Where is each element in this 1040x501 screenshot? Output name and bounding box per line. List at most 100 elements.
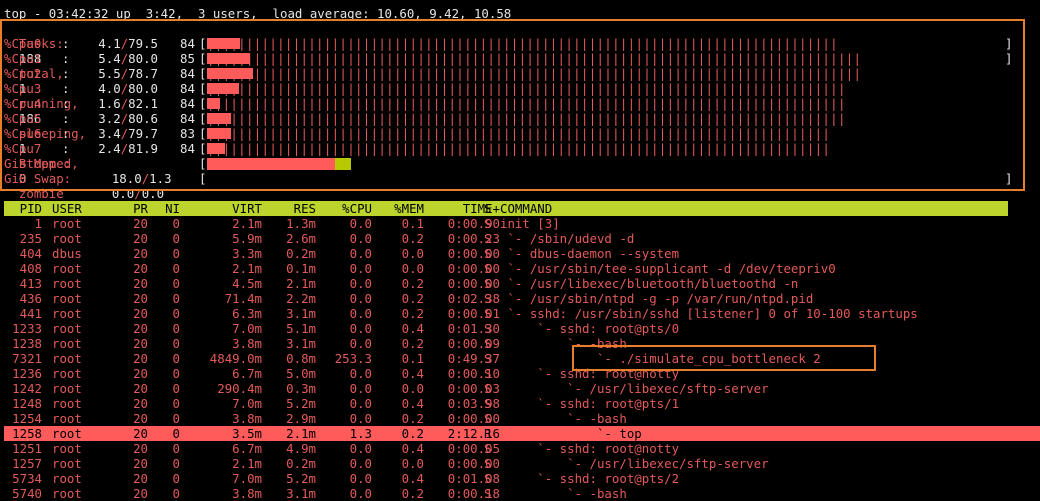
cell-s: R [484, 426, 492, 441]
table-row[interactable]: 413 root 20 0 4.5m 2.1m 0.0 0.2 0:00.00 S `- /usr… [4, 276, 1040, 291]
cell-ni: 0 [172, 321, 180, 336]
header-mem[interactable]: %MEM [372, 201, 424, 216]
cell-pr: 20 [133, 306, 148, 321]
cell-ni: 0 [172, 381, 180, 396]
cell-ni: 0 [172, 291, 180, 306]
table-row[interactable]: 1254 root 20 0 3.8m 2.9m 0.0 0.2 0:00.00 S `- -ba… [4, 411, 1040, 426]
cell-virt: 290.4m [217, 381, 262, 396]
cell-pr: 20 [133, 366, 148, 381]
cell-ni: 0 [172, 276, 180, 291]
table-row[interactable]: 408 root 20 0 2.1m 0.1m 0.0 0.0 0:00.00 S `- /usr… [4, 261, 1040, 276]
cell-cpu: 0.0 [349, 306, 372, 321]
table-row[interactable]: 5734 root 20 0 7.0m 5.2m 0.0 0.4 0:01.08 S `- ssh… [4, 471, 1040, 486]
table-row[interactable]: 404 dbus 20 0 3.3m 0.2m 0.0 0.0 0:00.00 S `- dbus… [4, 246, 1040, 261]
cell-virt: 3.8m [232, 336, 262, 351]
cell-res: 1.3m [286, 216, 316, 231]
process-table-header: PID USER PR NI VIRT RES %CPU %MEM TIME+ … [4, 201, 1008, 216]
cell-virt: 71.4m [224, 291, 262, 306]
cell-cpu: 0.0 [349, 471, 372, 486]
header-virt[interactable]: VIRT [184, 201, 262, 216]
cell-s: S [484, 231, 492, 246]
cell-user: root [52, 426, 82, 441]
cell-user: root [52, 456, 82, 471]
header-cpu[interactable]: %CPU [316, 201, 372, 216]
cell-cmd: `- /sbin/udevd -d [500, 231, 635, 246]
table-row[interactable]: 1251 root 20 0 6.7m 4.9m 0.0 0.4 0:00.05 S `- ssh… [4, 441, 1040, 456]
table-row-selected[interactable]: 1258 root 20 0 3.5m 2.1m 1.3 0.2 2:12.16 R `- top [4, 426, 1040, 441]
cell-pid: 436 [19, 291, 42, 306]
cell-res: 5.1m [286, 321, 316, 336]
cell-s: S [484, 471, 492, 486]
cell-ni: 0 [172, 336, 180, 351]
cell-mem: 0.0 [401, 381, 424, 396]
header-pid[interactable]: PID [4, 201, 42, 216]
cell-res: 2.1m [286, 426, 316, 441]
table-row[interactable]: 1238 root 20 0 3.8m 3.1m 0.0 0.2 0:00.09 S `- -ba… [4, 336, 1040, 351]
cell-user: root [52, 321, 82, 336]
cell-cmd: `- -bash [500, 411, 627, 426]
cell-res: 3.1m [286, 306, 316, 321]
table-row[interactable]: 1236 root 20 0 6.7m 5.0m 0.0 0.4 0:00.10 S `- ssh… [4, 366, 1040, 381]
cell-res: 5.2m [286, 396, 316, 411]
cell-pid: 1233 [12, 321, 42, 336]
summary-highlight-box [0, 19, 1025, 191]
cell-pr: 20 [133, 336, 148, 351]
cell-virt: 3.5m [232, 426, 262, 441]
cell-pid: 1258 [12, 426, 42, 441]
table-row[interactable]: 1 root 20 0 2.1m 1.3m 0.0 0.1 0:00.90 Sinit [3] [4, 216, 1040, 231]
cell-s: S [484, 336, 492, 351]
cell-s: S [484, 261, 492, 276]
header-command[interactable]: COMMAND [500, 201, 552, 216]
cell-mem: 0.2 [401, 336, 424, 351]
cell-pid: 404 [19, 246, 42, 261]
header-ni[interactable]: NI [164, 201, 180, 216]
cell-virt: 4.5m [232, 276, 262, 291]
cell-pr: 20 [133, 261, 148, 276]
cell-virt: 5.9m [232, 231, 262, 246]
cell-cpu: 0.0 [349, 411, 372, 426]
cell-ni: 0 [172, 261, 180, 276]
cell-mem: 0.2 [401, 276, 424, 291]
table-row[interactable]: 441 root 20 0 6.3m 3.1m 0.0 0.2 0:00.01 S `- sshd… [4, 306, 1040, 321]
cell-pr: 20 [133, 276, 148, 291]
cell-user: root [52, 396, 82, 411]
table-row[interactable]: 1242 root 20 0 290.4m 0.3m 0.0 0.0 0:00.03 S `- /… [4, 381, 1040, 396]
cell-mem: 0.0 [401, 261, 424, 276]
cell-s: S [484, 276, 492, 291]
cell-ni: 0 [172, 231, 180, 246]
cell-ni: 0 [172, 456, 180, 471]
table-row[interactable]: 436 root 20 0 71.4m 2.2m 0.0 0.2 0:02.38 S `- /us… [4, 291, 1040, 306]
cell-pid: 1251 [12, 441, 42, 456]
cell-virt: 6.7m [232, 441, 262, 456]
cell-mem: 0.4 [401, 366, 424, 381]
cell-ni: 0 [172, 441, 180, 456]
cell-ni: 0 [172, 246, 180, 261]
cell-s: S [484, 411, 492, 426]
cell-s: S [484, 321, 492, 336]
header-user[interactable]: USER [52, 201, 82, 216]
table-row[interactable]: 1233 root 20 0 7.0m 5.1m 0.0 0.4 0:01.30 S `- ssh… [4, 321, 1040, 336]
cell-s: S [484, 216, 492, 231]
cell-pid: 1254 [12, 411, 42, 426]
cell-pr: 20 [133, 246, 148, 261]
cell-pr: 20 [133, 216, 148, 231]
header-pr[interactable]: PR [116, 201, 148, 216]
table-row[interactable]: 1257 root 20 0 2.1m 0.2m 0.0 0.0 0:00.00 S `- /us… [4, 456, 1040, 471]
cell-pid: 1248 [12, 396, 42, 411]
cell-res: 2.6m [286, 231, 316, 246]
cell-user: root [52, 336, 82, 351]
table-row[interactable]: 235 root 20 0 5.9m 2.6m 0.0 0.2 0:00.23 S `- /sbi… [4, 231, 1040, 246]
table-row[interactable]: 1248 root 20 0 7.0m 5.2m 0.0 0.4 0:03.98 S `- ssh… [4, 396, 1040, 411]
header-res[interactable]: RES [264, 201, 316, 216]
cell-user: root [52, 291, 82, 306]
header-state[interactable]: S [484, 201, 491, 216]
cell-pr: 20 [133, 456, 148, 471]
cell-cmd: `- /usr/libexec/sftp-server [500, 456, 769, 471]
cell-pr: 20 [133, 441, 148, 456]
cell-pr: 20 [133, 351, 148, 366]
table-row[interactable]: 7321 root 20 0 4849.0m 0.8m 253.3 0.1 0:49.37 S `… [4, 351, 1040, 366]
cell-pid: 413 [19, 276, 42, 291]
cell-cmd: `- /usr/sbin/tee-supplicant -d /dev/teep… [500, 261, 836, 276]
cell-cpu: 0.0 [349, 366, 372, 381]
cell-res: 3.1m [286, 336, 316, 351]
